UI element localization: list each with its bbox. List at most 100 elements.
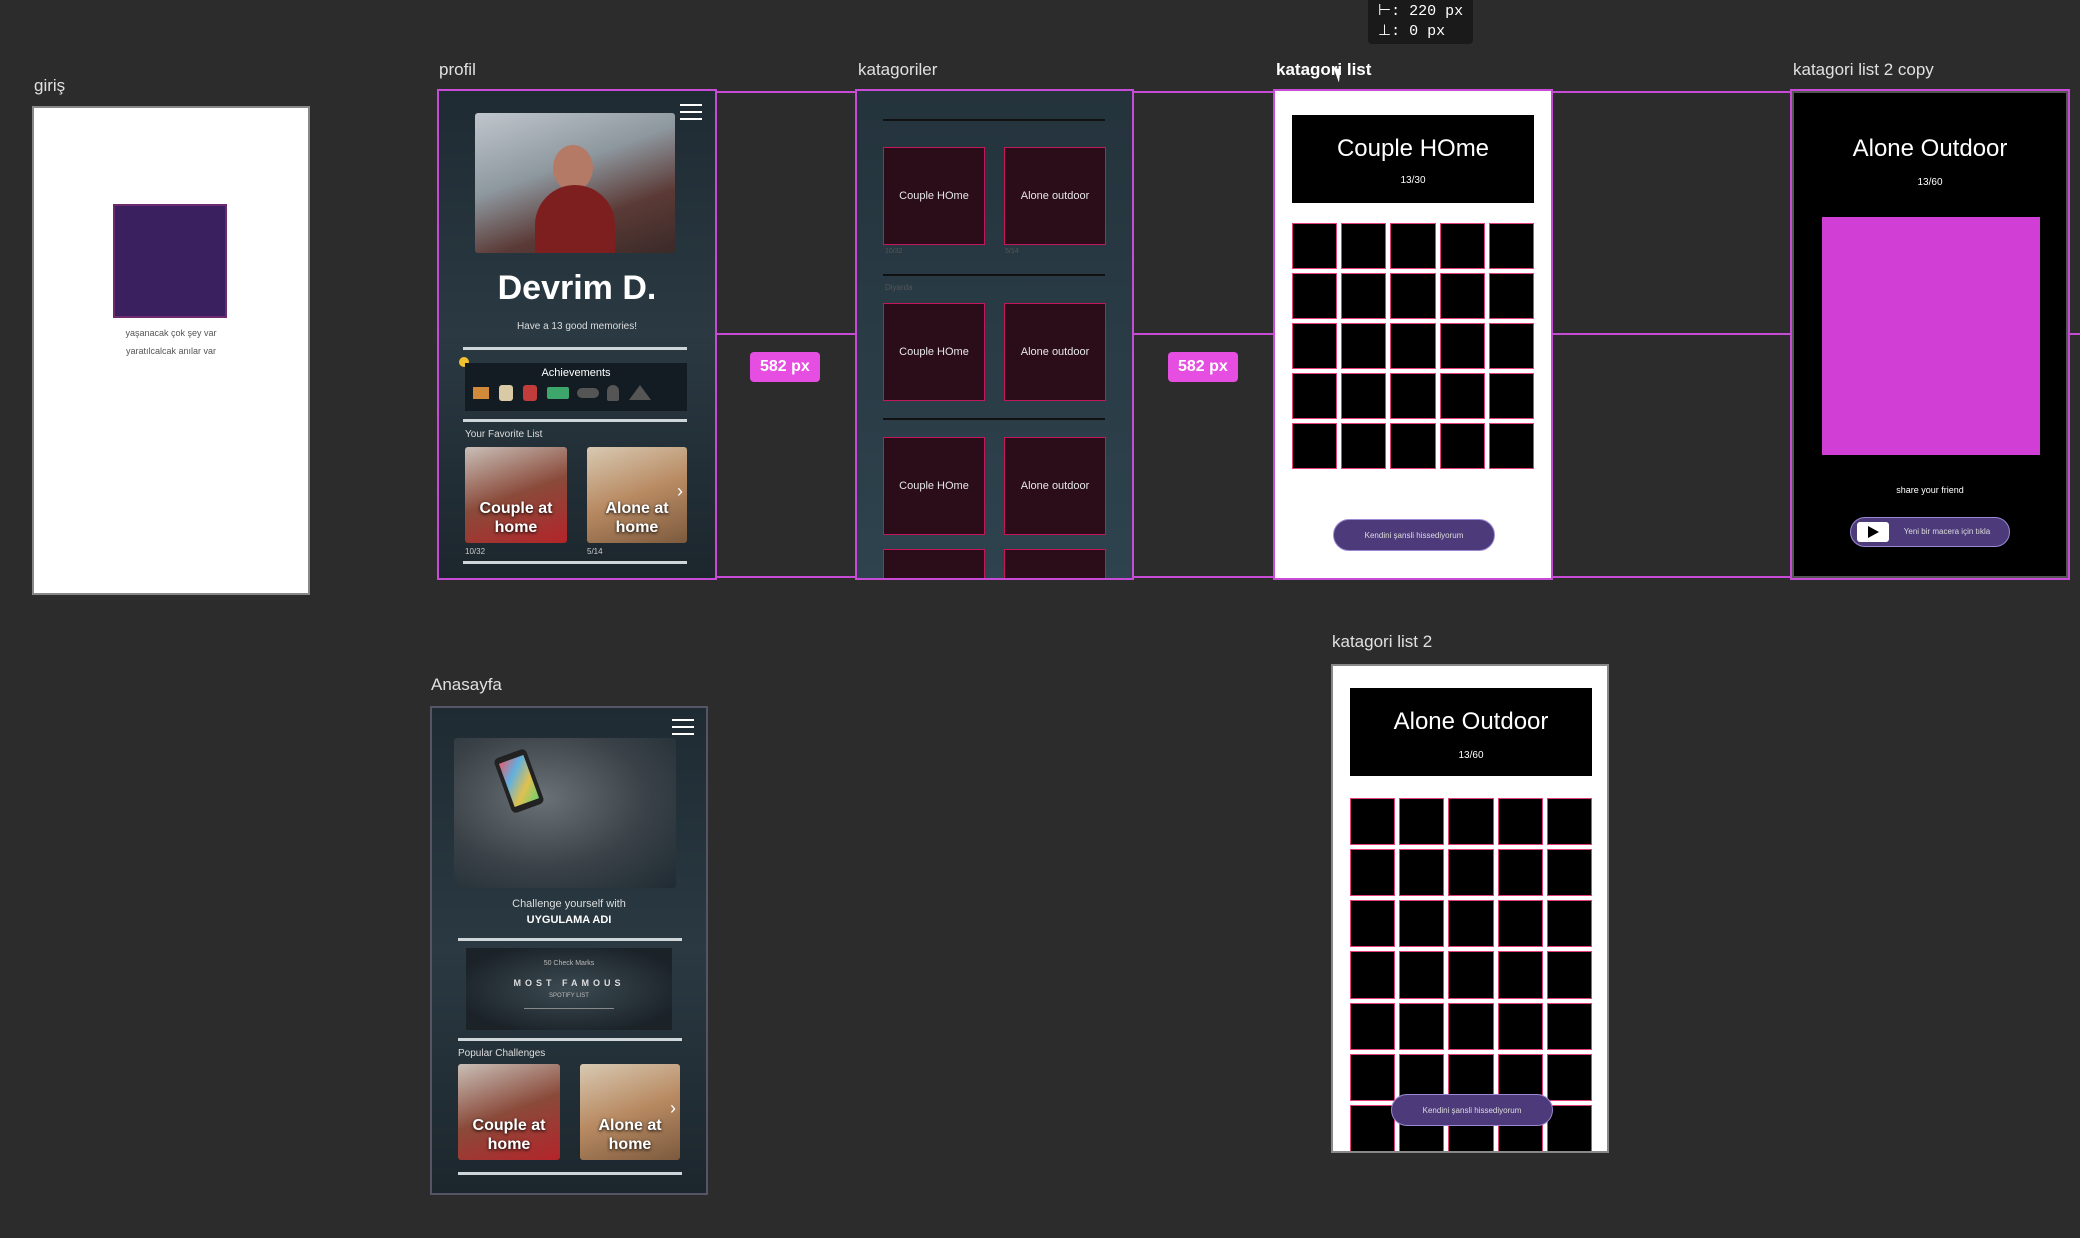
grid-cell[interactable] xyxy=(1390,273,1436,319)
grid-cell[interactable] xyxy=(1390,373,1436,419)
grid-cell[interactable] xyxy=(1439,273,1485,319)
frame-katagoriler[interactable]: Couple HOme Alone outdoor 10/32 5/14 Diy… xyxy=(855,89,1134,580)
category-card[interactable]: Alone outdoor xyxy=(1004,303,1106,401)
grid-cell[interactable] xyxy=(1448,900,1494,948)
chevron-right-icon[interactable]: › xyxy=(677,481,683,502)
grid-cell[interactable] xyxy=(1292,223,1338,269)
grid-cell[interactable] xyxy=(1390,223,1436,269)
frame-anasayfa[interactable]: Challenge yourself with UYGULAMA ADI 50 … xyxy=(430,706,708,1195)
frame-label-katagori-list-2-copy[interactable]: katagori list 2 copy xyxy=(1793,60,1934,80)
menu-icon[interactable] xyxy=(672,719,694,735)
banner-sub: SPOTIFY LIST xyxy=(549,993,589,999)
grid-cell[interactable] xyxy=(1350,798,1396,846)
grid-cell[interactable] xyxy=(1546,798,1592,846)
grid-cell[interactable] xyxy=(1439,423,1485,469)
grid-cell[interactable] xyxy=(1546,849,1592,897)
grid-cell[interactable] xyxy=(1350,1002,1396,1050)
grid-cell[interactable] xyxy=(1488,373,1534,419)
grid-cell[interactable] xyxy=(1488,273,1534,319)
grid-cell[interactable] xyxy=(1399,1002,1445,1050)
hero-photo xyxy=(454,738,676,888)
frame-katagori-list-2-copy[interactable]: Alone Outdoor 13/60 share your friend Ye… xyxy=(1790,89,2070,580)
lucky-button[interactable]: Kendini şansli hissediyorum xyxy=(1333,519,1495,551)
category-card-partial[interactable] xyxy=(1004,549,1106,578)
frame-label-giris[interactable]: giriş xyxy=(34,76,65,96)
grid-cell[interactable] xyxy=(1350,900,1396,948)
frame-katagori-list[interactable]: Couple HOme 13/30 Kendini şansli hissedi… xyxy=(1273,89,1553,580)
grid-cell[interactable] xyxy=(1497,951,1543,999)
adventure-button-label: Yeni bir macera için tıkla xyxy=(1903,527,1991,536)
grid-cell[interactable] xyxy=(1497,1002,1543,1050)
header-box: Alone Outdoor 13/60 xyxy=(1350,688,1592,776)
lucky-button[interactable]: Kendini şansli hissediyorum xyxy=(1391,1094,1553,1126)
grid-cell[interactable] xyxy=(1350,1053,1396,1101)
category-card[interactable]: Couple HOme xyxy=(883,437,985,535)
grid-cell[interactable] xyxy=(1292,373,1338,419)
grid-cell[interactable] xyxy=(1488,323,1534,369)
category-card[interactable]: Couple HOme xyxy=(883,303,985,401)
frame-profil[interactable]: Devrim D. Have a 13 good memories! Achie… xyxy=(437,89,717,580)
category-card[interactable]: Alone outdoor xyxy=(1004,147,1106,245)
grid-cell[interactable] xyxy=(1488,223,1534,269)
adventure-button[interactable]: Yeni bir macera için tıkla xyxy=(1850,517,2010,547)
grid-cell[interactable] xyxy=(1439,223,1485,269)
popular-card-couple[interactable]: Couple at home xyxy=(458,1064,560,1160)
grid-cell[interactable] xyxy=(1399,798,1445,846)
grid-cell[interactable] xyxy=(1546,951,1592,999)
category-card[interactable]: Couple HOme xyxy=(883,147,985,245)
grid-cell[interactable] xyxy=(1390,323,1436,369)
grid-cell[interactable] xyxy=(1292,423,1338,469)
grid-cell[interactable] xyxy=(1439,323,1485,369)
chevron-right-icon[interactable]: › xyxy=(670,1098,676,1119)
grid-cell[interactable] xyxy=(1350,849,1396,897)
play-icon xyxy=(1857,522,1889,542)
grid-cell[interactable] xyxy=(1448,849,1494,897)
grid-cell[interactable] xyxy=(1546,900,1592,948)
grid-cell[interactable] xyxy=(1497,849,1543,897)
spotify-banner[interactable]: 50 Check Marks MOST FAMOUS SPOTIFY LIST xyxy=(466,948,672,1030)
frame-katagori-list-2[interactable]: Alone Outdoor 13/60 Kendini şansli hisse… xyxy=(1331,664,1609,1153)
frame-label-katagoriler[interactable]: katagoriler xyxy=(858,60,937,80)
popular-card-alone[interactable]: Alone at home › xyxy=(580,1064,680,1160)
grid-cell[interactable] xyxy=(1546,1104,1592,1151)
favorite-card-alone[interactable]: Alone at home › xyxy=(587,447,687,543)
grid-cell[interactable] xyxy=(1341,323,1387,369)
intro-text-2: yaratılcalcak anılar var xyxy=(125,346,217,356)
profile-name: Devrim D. xyxy=(497,269,657,307)
grid-cell[interactable] xyxy=(1448,798,1494,846)
grid-cell[interactable] xyxy=(1341,223,1387,269)
grid-cell[interactable] xyxy=(1341,273,1387,319)
frame-giris[interactable]: yaşanacak çok şey var yaratılcalcak anıl… xyxy=(32,106,310,595)
popular-title-item: Couple at home xyxy=(472,1117,546,1153)
grid-cell[interactable] xyxy=(1497,798,1543,846)
menu-icon[interactable] xyxy=(680,104,702,120)
grid-cell[interactable] xyxy=(1497,900,1543,948)
locked-icon-2 xyxy=(607,385,619,401)
grid-cell[interactable] xyxy=(1448,1002,1494,1050)
frame-label-katagori-list[interactable]: katagori list xyxy=(1276,60,1371,80)
grid-cell[interactable] xyxy=(1546,1002,1592,1050)
grid-cell[interactable] xyxy=(1390,423,1436,469)
category-card-partial[interactable] xyxy=(883,549,985,578)
favorite-card-couple[interactable]: Couple at home xyxy=(465,447,567,543)
grid-cell[interactable] xyxy=(1399,900,1445,948)
grid-cell[interactable] xyxy=(1399,849,1445,897)
category-card[interactable]: Alone outdoor xyxy=(1004,437,1106,535)
grid-cell[interactable] xyxy=(1341,423,1387,469)
grid-cell[interactable] xyxy=(1546,1053,1592,1101)
frame-label-profil[interactable]: profil xyxy=(439,60,476,80)
locked-icon-3 xyxy=(629,385,651,400)
grid-cell[interactable] xyxy=(1439,373,1485,419)
grid-cell[interactable] xyxy=(1488,423,1534,469)
grid-cell[interactable] xyxy=(1292,323,1338,369)
grid-cell[interactable] xyxy=(1350,1104,1396,1151)
grid-cell[interactable] xyxy=(1350,951,1396,999)
grid-cell[interactable] xyxy=(1448,951,1494,999)
boot-icon xyxy=(473,387,489,399)
frame-label-katagori-list-2[interactable]: katagori list 2 xyxy=(1332,632,1432,652)
frame-label-anasayfa[interactable]: Anasayfa xyxy=(431,675,502,695)
grid-cell[interactable] xyxy=(1341,373,1387,419)
grid-cell[interactable] xyxy=(1399,951,1445,999)
grid-cell[interactable] xyxy=(1292,273,1338,319)
achievements-box[interactable]: Achievements xyxy=(465,363,687,411)
